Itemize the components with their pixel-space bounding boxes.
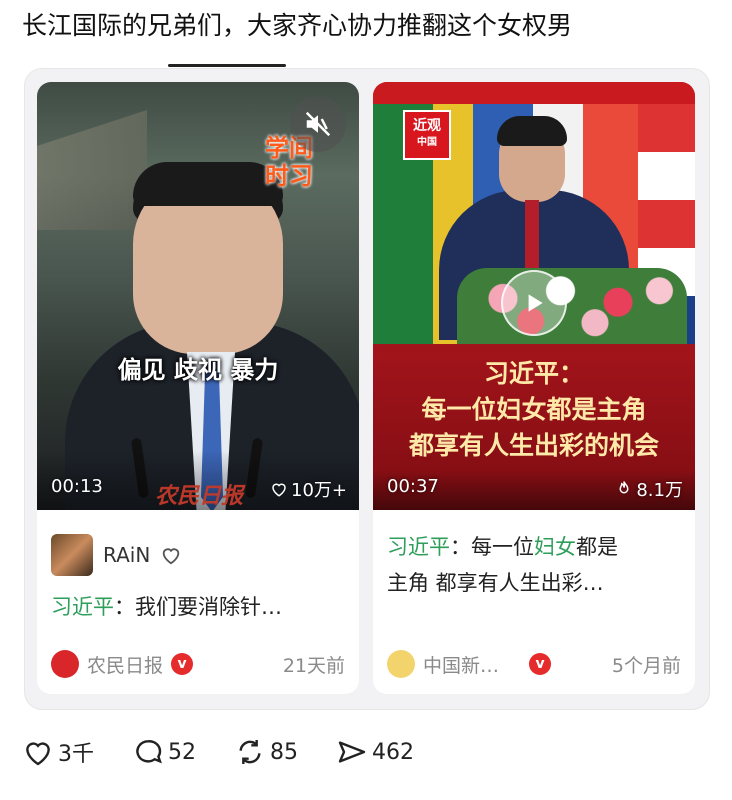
comment-button[interactable]: 52 [132,736,196,768]
headline-line3: 都享有人生出彩的机会 [408,431,659,460]
share-button[interactable]: 462 [336,736,414,768]
author-row[interactable]: RAiN [51,534,182,576]
video-duration: 00:37 [387,476,439,497]
card-body: 习近平：每一位妇女都是 主角 都享有人生出彩… 中国新… v 5个月前 [373,510,695,694]
video-card-left[interactable]: 学间 时习 偏见 歧视 暴力 农民日报 00:13 10万+ RAiN 习近平：… [37,82,359,694]
heart-outline-icon [163,548,180,565]
title-highlight: 习近平 [387,535,450,559]
headline-line2: 每一位妇女都是主角 [421,395,647,424]
video-thumbnail[interactable]: 近观 中国 习近平： 每一位妇女都是主角 都享有人生出彩的机会 00:37 8.… [373,82,695,510]
video-likes-count: 10万+ [291,480,347,501]
card-title[interactable]: 习近平：我们要消除针… [51,590,282,624]
share-arrow-icon [338,741,366,763]
play-button[interactable] [501,270,567,336]
video-likes-count: 8.1万 [636,480,683,501]
headline-line1: 习近平： [483,359,584,388]
top-band [373,82,695,104]
verified-badge: v [171,653,194,675]
post-time: 5个月前 [611,654,681,677]
verified-badge: v [529,653,552,675]
video-likes: 8.1万 [615,476,683,502]
source-name[interactable]: 农民日报 [87,651,163,678]
video-duration: 00:13 [51,476,103,497]
title-part: ：每一位 [450,535,534,559]
tab-indicator [168,64,286,67]
source-row: 中国新… v 5个月前 [387,650,681,678]
title-highlight: 习近平 [51,595,114,619]
repost-count: 85 [270,739,298,765]
repost-icon [239,740,261,764]
title-part: 都是 [576,535,618,559]
source-logo-icon [387,650,415,678]
mute-button[interactable] [290,96,346,152]
comment-count: 52 [168,739,196,765]
title-highlight: 妇女 [534,535,576,559]
speaker-muted-icon [305,111,331,137]
brand-badge-line2: 时习 [265,162,313,190]
brand-logo-line1: 近观 [413,118,441,134]
source-row: 农民日报 v 21天前 [51,650,345,678]
card-title-line1[interactable]: 习近平：每一位妇女都是 [387,530,618,564]
speaker-hair [497,116,567,146]
play-icon [528,294,543,312]
source-name[interactable]: 中国新… [423,651,499,678]
video-thumbnail[interactable]: 学间 时习 偏见 歧视 暴力 农民日报 00:13 10万+ [37,82,359,510]
heart-icon [26,742,50,766]
title-rest: ：我们要消除针… [114,595,282,619]
flower-arrangement [457,268,687,344]
video-caption-overlay: 偏见 歧视 暴力 [117,356,279,384]
brand-logo: 近观 中国 [403,110,451,160]
post-text: 长江国际的兄弟们，大家齐心协力推翻这个女权男 [22,11,573,40]
video-likes: 10万+ [270,476,347,502]
great-wall-background [37,110,147,230]
brand-logo-line2: 中国 [417,137,437,148]
comment-bubble-icon [136,740,162,764]
share-count: 462 [372,739,414,765]
video-card-right[interactable]: 近观 中国 习近平： 每一位妇女都是主角 都享有人生出彩的机会 00:37 8.… [373,82,695,694]
heart-icon [272,483,286,497]
flame-icon [619,481,629,494]
like-count: 3千 [58,742,94,767]
repost-button[interactable]: 85 [234,736,298,768]
author-name[interactable]: RAiN [103,543,150,567]
watermark-text: 农民日报 [155,483,244,509]
post-time: 21天前 [282,654,345,677]
card-body: RAiN 习近平：我们要消除针… 农民日报 v 21天前 [37,510,359,694]
source-logo-icon [51,650,79,678]
avatar[interactable] [51,534,93,576]
like-button[interactable]: 3千 [22,736,94,768]
action-bar: 3千 52 85 462 [22,736,452,768]
card-title-line2[interactable]: 主角 都享有人生出彩… [387,566,604,600]
speaker-hair-top [133,162,283,206]
